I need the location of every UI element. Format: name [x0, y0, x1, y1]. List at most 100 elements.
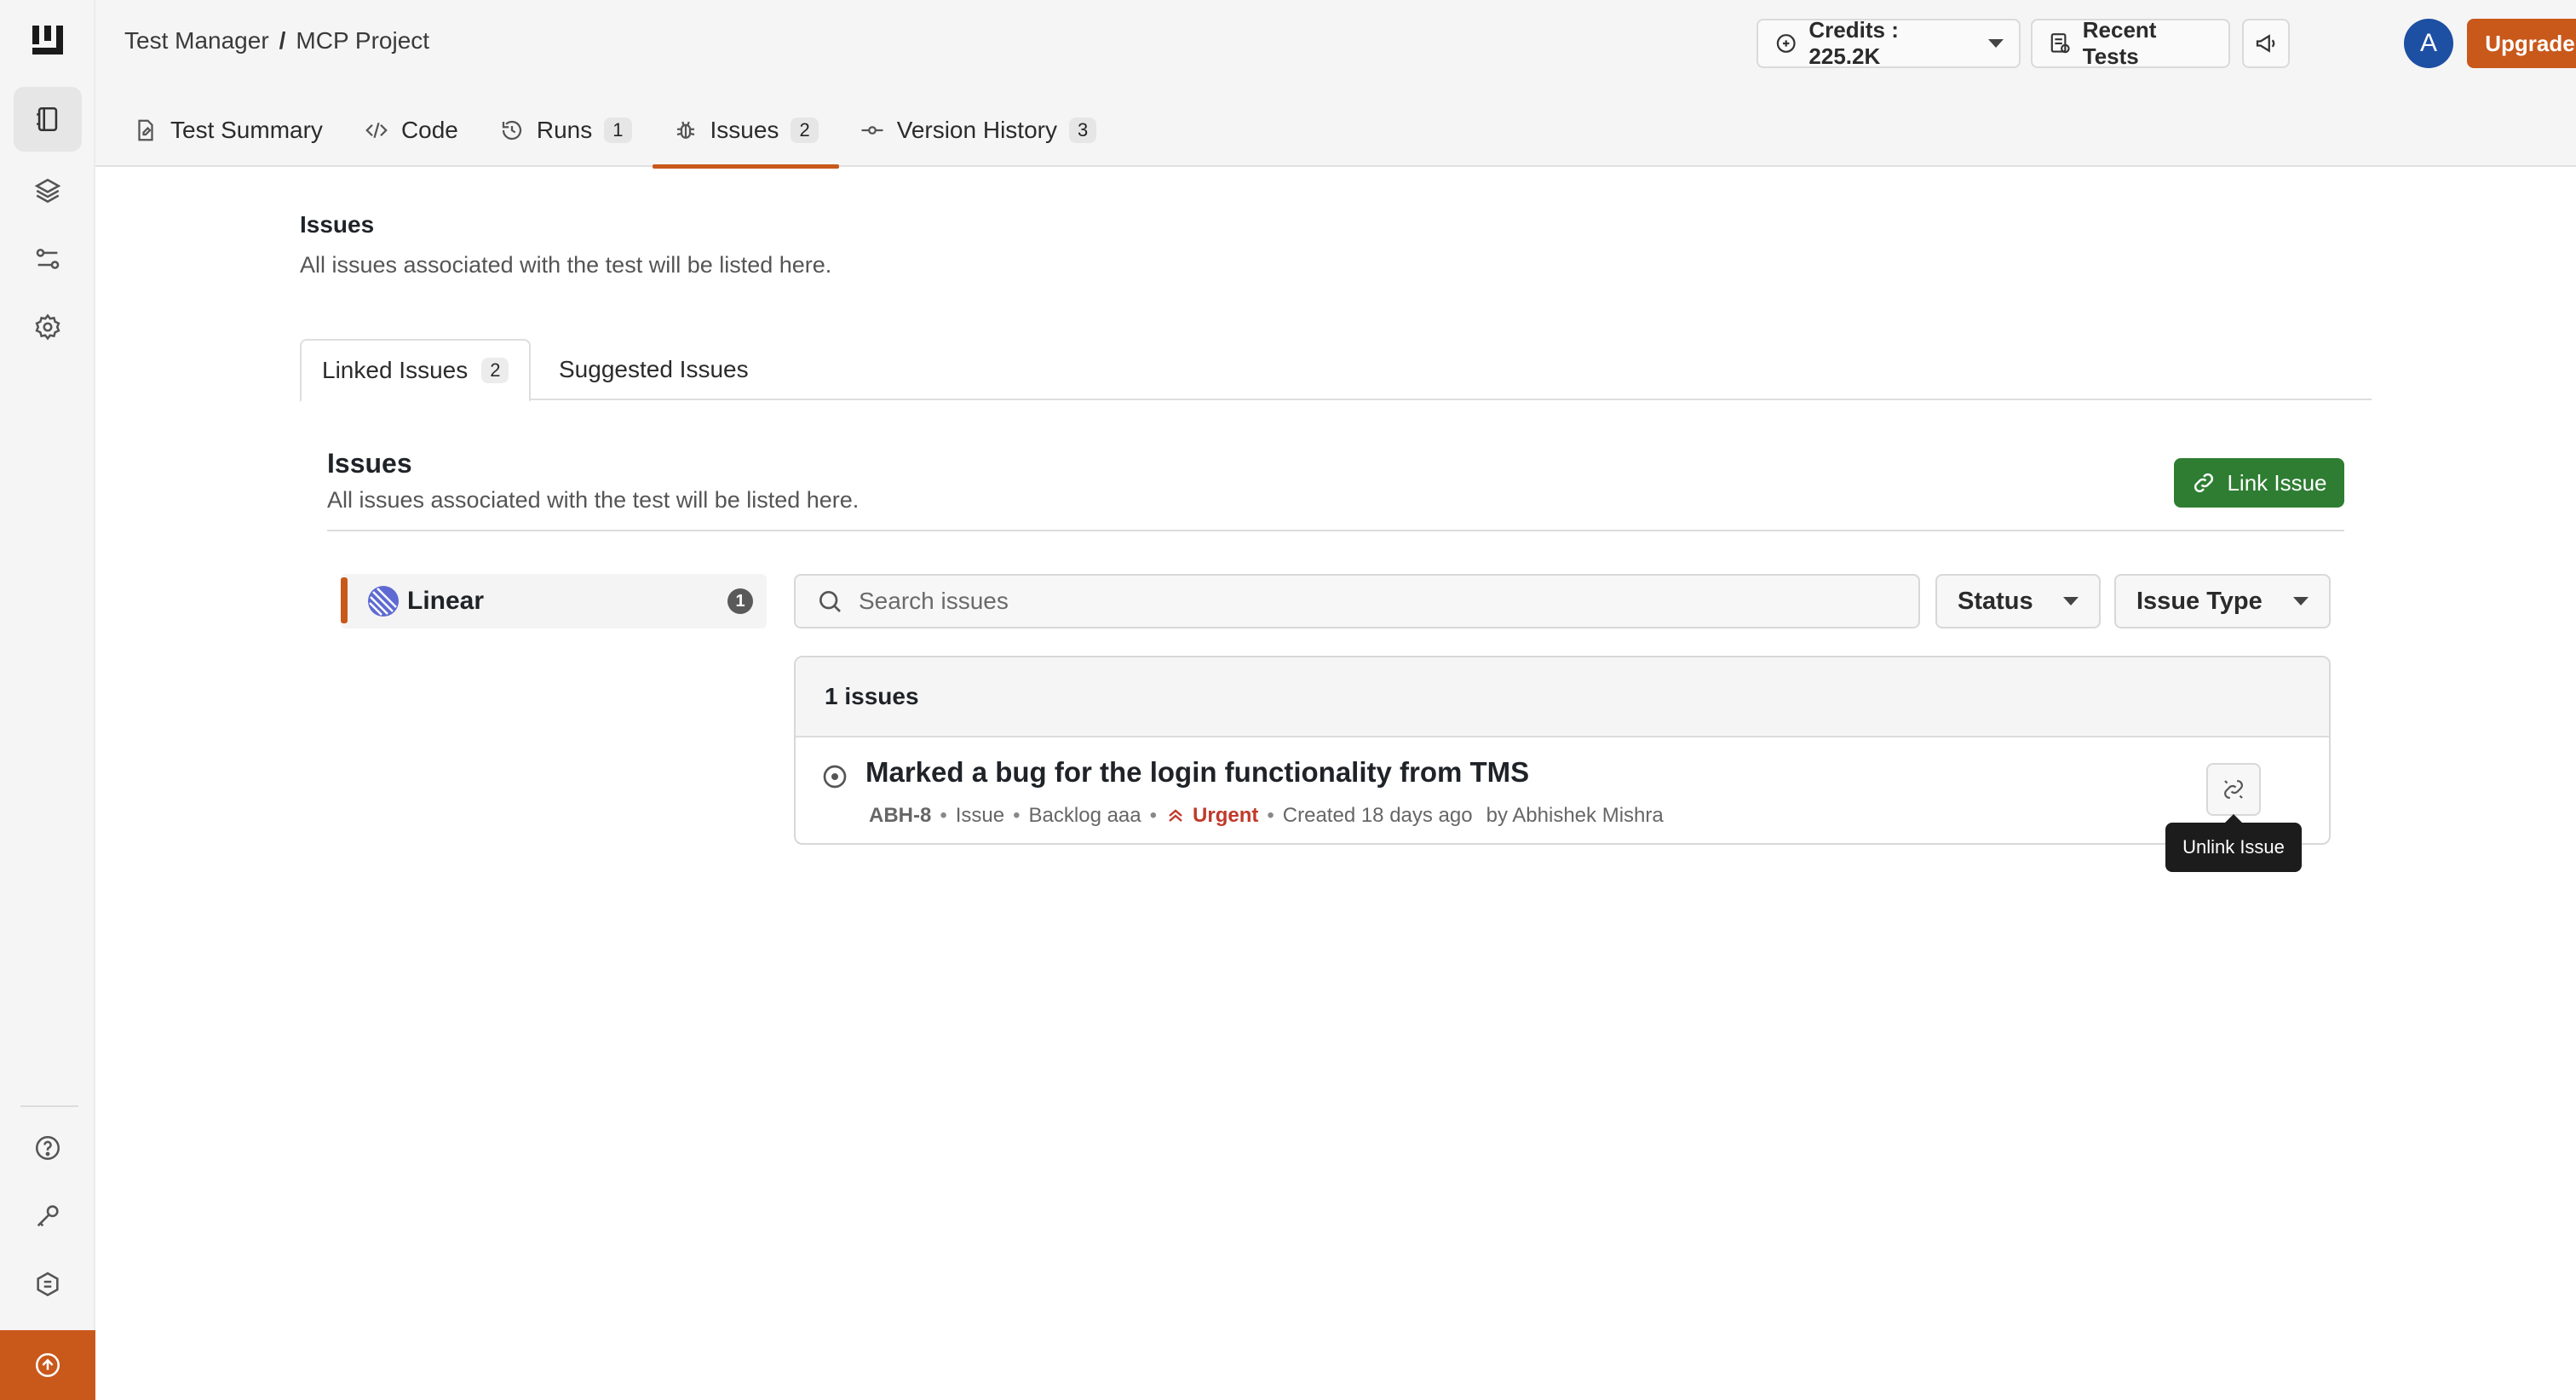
arrow-up-circle-icon: [35, 1352, 60, 1378]
sidebar-divider: [20, 1105, 78, 1107]
unlink-issue-tooltip: Unlink Issue: [2165, 814, 2302, 872]
tab-issues[interactable]: Issues 2: [652, 94, 839, 169]
issue-state: Backlog aaa: [1028, 804, 1141, 827]
sliders-icon: [36, 249, 60, 269]
credits-icon: [1776, 34, 1796, 53]
unlink-icon: [2224, 780, 2243, 799]
left-sidebar: [0, 0, 95, 1400]
list-document-icon: [2050, 33, 2070, 54]
chevron-down-icon: [2063, 597, 2079, 605]
search-issues: [794, 574, 1920, 628]
breadcrumb-root[interactable]: Test Manager: [124, 27, 269, 55]
section-title: Issues: [300, 211, 375, 238]
provider-name: Linear: [407, 587, 485, 615]
issue-priority-label: Urgent: [1193, 804, 1259, 827]
issue-type-filter-dropdown[interactable]: Issue Type: [2114, 574, 2331, 628]
unlink-issue-button[interactable]: [2206, 763, 2261, 816]
app-logo-icon[interactable]: [31, 22, 65, 60]
sidebar-item-test-manager[interactable]: [14, 87, 82, 152]
subtab-count-badge: 2: [481, 358, 509, 383]
separator-dot: •: [940, 804, 947, 827]
issue-meta: ABH-8 • Issue • Backlog aaa • Urgent • C…: [869, 804, 1664, 828]
help-circle-icon: [35, 1135, 60, 1161]
issue-title[interactable]: Marked a bug for the login functionality…: [865, 756, 1529, 789]
issues-count-header: 1 issues: [796, 657, 2329, 737]
credits-label: Credits : 225.2K: [1808, 17, 1899, 69]
test-tabs: Test Summary Code Runs 1 Issues 2 Versio…: [95, 94, 1118, 169]
chevron-down-icon: [2293, 597, 2309, 605]
tab-label: Test Summary: [170, 117, 323, 143]
issue-created: Created 18 days ago: [1282, 804, 1473, 827]
issue-row[interactable]: Marked a bug for the login functionality…: [796, 737, 2329, 843]
recent-tests-label: Recent Tests: [2082, 17, 2157, 69]
key-icon: [37, 1205, 59, 1227]
link-issue-label: Link Issue: [2227, 469, 2327, 496]
tab-label: Code: [400, 117, 458, 143]
breadcrumb: Test Manager / MCP Project: [124, 27, 429, 55]
status-filter-dropdown[interactable]: Status: [1935, 574, 2101, 628]
issue-priority: Urgent: [1165, 804, 1258, 828]
issue-id: ABH-8: [869, 804, 932, 827]
tab-count-badge: 1: [604, 118, 632, 143]
section-description: All issues associated with the test will…: [300, 252, 832, 278]
subtab-label: Suggested Issues: [559, 356, 749, 382]
upgrade-now-button[interactable]: Upgrade Now: [2467, 19, 2576, 68]
sidebar-item-help[interactable]: [14, 1116, 82, 1180]
layers-icon: [34, 178, 61, 204]
file-edit-icon: [138, 119, 153, 141]
sidebar-upgrade-shortcut[interactable]: [0, 1330, 95, 1400]
provider-item-linear[interactable]: Linear 1: [341, 574, 767, 628]
announcements-button[interactable]: [2242, 19, 2290, 68]
search-input[interactable]: [859, 588, 1881, 615]
bug-icon: [676, 121, 694, 139]
recent-tests-button[interactable]: Recent Tests: [2031, 17, 2230, 69]
subtab-linked-issues[interactable]: Linked Issues 2: [300, 339, 532, 402]
sidebar-item-settings[interactable]: [14, 295, 82, 359]
backlog-status-icon: [823, 765, 847, 789]
top-header: Test Manager / MCP Project Credits : 225…: [95, 0, 2576, 169]
link-issue-button[interactable]: Link Issue: [2174, 458, 2344, 508]
credits-dropdown[interactable]: Credits : 225.2K: [1757, 17, 2021, 69]
subtab-label: Linked Issues: [322, 357, 469, 383]
history-icon: [502, 120, 521, 141]
tab-test-summary[interactable]: Test Summary: [95, 94, 343, 167]
link-icon: [2194, 473, 2214, 493]
tab-label: Issues: [710, 117, 779, 143]
sidebar-item-layers[interactable]: [14, 158, 82, 223]
linear-logo-icon: [368, 586, 399, 617]
tab-runs[interactable]: Runs 1: [479, 94, 653, 167]
issues-list: 1 issues Marked a bug for the login func…: [794, 656, 2331, 845]
separator-dot: •: [1149, 804, 1158, 827]
separator-dot: •: [1013, 804, 1021, 827]
tab-label: Runs: [536, 117, 593, 143]
chevron-down-icon: [1988, 39, 2004, 48]
hexagon-link-icon: [37, 1271, 59, 1297]
sidebar-item-integrations[interactable]: [14, 227, 82, 291]
tab-version-history[interactable]: Version History 3: [839, 94, 1118, 167]
issue-author: by Abhishek Mishra: [1486, 804, 1664, 827]
megaphone-icon: [2256, 34, 2275, 53]
breadcrumb-project[interactable]: MCP Project: [296, 27, 429, 55]
panel-description: All issues associated with the test will…: [327, 487, 860, 513]
issue-type-filter-label: Issue Type: [2136, 587, 2263, 615]
urgent-priority-icon: [1169, 809, 1182, 822]
code-icon: [365, 122, 388, 139]
tab-count-badge: 2: [791, 118, 819, 143]
sidebar-item-integrations-hub[interactable]: [14, 1252, 82, 1317]
panel-divider: [327, 530, 2344, 531]
sidebar-item-keys[interactable]: [14, 1184, 82, 1248]
tab-code[interactable]: Code: [343, 94, 479, 167]
breadcrumb-separator: /: [279, 27, 286, 54]
status-filter-label: Status: [1958, 587, 2033, 615]
tab-label: Version History: [896, 117, 1057, 143]
gear-icon: [35, 313, 60, 341]
separator-dot: •: [1267, 804, 1274, 827]
commit-icon: [861, 126, 883, 135]
issue-type: Issue: [955, 804, 1005, 827]
tab-count-badge: 3: [1068, 118, 1097, 143]
subtab-suggested-issues[interactable]: Suggested Issues: [538, 339, 769, 400]
notebook-icon: [37, 106, 58, 132]
search-icon: [819, 591, 841, 612]
avatar[interactable]: A: [2404, 19, 2453, 68]
panel-title: Issues: [327, 448, 412, 479]
